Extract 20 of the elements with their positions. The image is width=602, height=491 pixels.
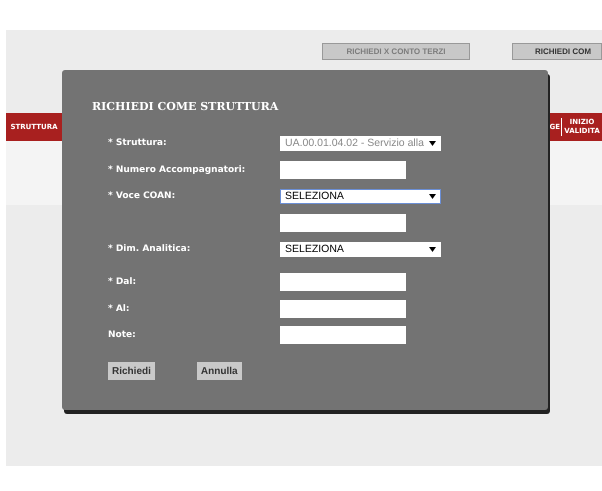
dialog-button[interactable]: Richiedi (108, 362, 155, 380)
field-label: * Numero Accompagnatori: (108, 164, 246, 174)
dialog-title: RICHIEDI COME STRUTTURA (92, 100, 280, 113)
field-label: Note: (108, 330, 136, 340)
field-label: * Dim. Analitica: (108, 244, 190, 254)
dialog-button[interactable]: Annulla (196, 362, 242, 380)
input-field[interactable] (280, 160, 406, 178)
caret-icon (429, 194, 436, 198)
input-field[interactable] (280, 300, 406, 318)
toolbar-button[interactable]: RICHIEDI COM (512, 43, 602, 60)
input-field[interactable] (280, 326, 406, 344)
select-field[interactable]: SELEZIONA (280, 242, 441, 256)
input-field[interactable] (280, 273, 406, 291)
caret-icon (429, 246, 436, 252)
field-label: * Struttura: (108, 138, 167, 148)
field-label: * Al: (108, 304, 130, 314)
field-label: * Dal: (108, 277, 136, 287)
select-field[interactable]: SELEZIONA (280, 188, 441, 204)
input-field[interactable] (280, 214, 406, 232)
field-label: * Voce COAN: (108, 191, 176, 201)
